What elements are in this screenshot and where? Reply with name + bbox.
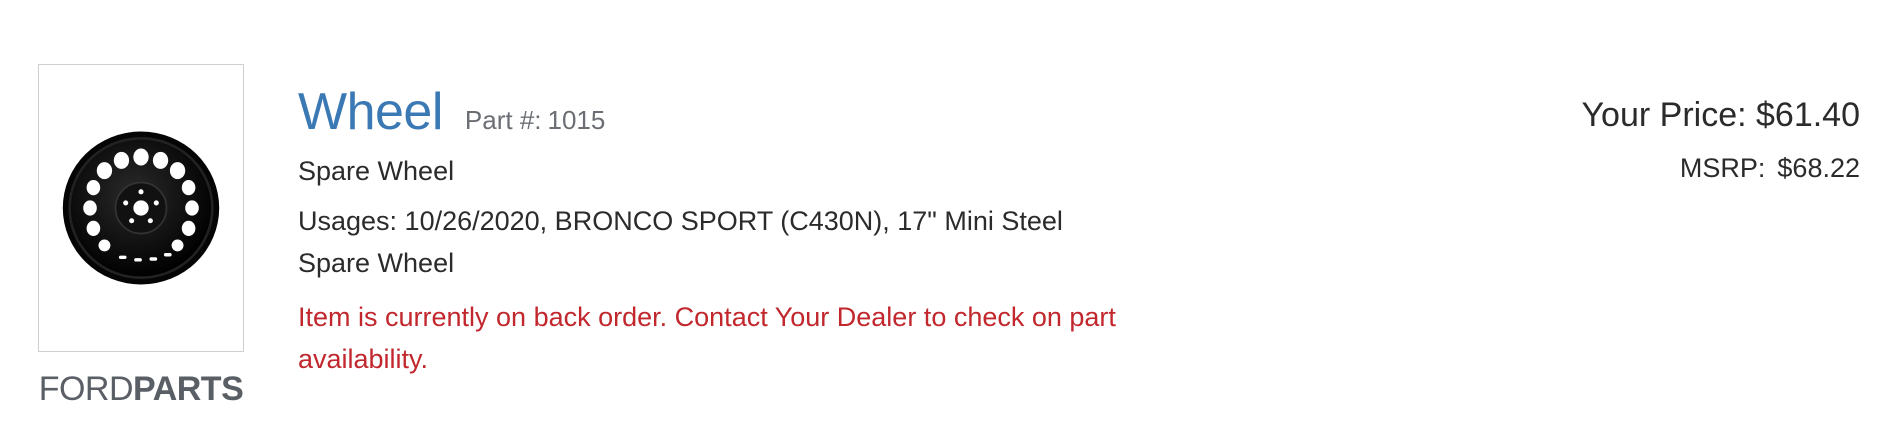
- pricing-block: Your Price: $61.40 MSRP: $68.22: [1582, 96, 1861, 184]
- msrp-label: MSRP:: [1679, 153, 1766, 183]
- ford-parts-logo: FORDPARTS: [38, 370, 244, 409]
- msrp: MSRP: $68.22: [1582, 153, 1860, 184]
- steel-wheel-icon: [62, 131, 220, 285]
- part-number-label: Part #:: [464, 105, 542, 135]
- msrp-value: $68.22: [1777, 153, 1860, 183]
- product-info: Wheel Part #: 1015 Spare Wheel Usages: 10…: [298, 82, 1116, 380]
- product-usages: Usages: 10/26/2020, BRONCO SPORT (C430N)…: [298, 206, 1063, 278]
- product-title-link[interactable]: Wheel: [298, 82, 443, 142]
- product-description: Spare Wheel: [298, 156, 455, 186]
- part-number-value: 1015: [547, 105, 606, 135]
- brand-word-ford: FORD: [38, 370, 134, 408]
- your-price: Your Price: $61.40: [1581, 96, 1861, 134]
- part-number: Part #: 1015: [465, 105, 605, 136]
- availability-notice: Item is currently on back order. Contact…: [298, 302, 1116, 374]
- product-image[interactable]: [38, 64, 244, 352]
- brand-word-parts: PARTS: [133, 370, 244, 408]
- title-row: Wheel Part #: 1015: [298, 82, 1098, 142]
- product-card: FORDPARTS Wheel Part #: 1015 Spare Wheel …: [0, 0, 1900, 438]
